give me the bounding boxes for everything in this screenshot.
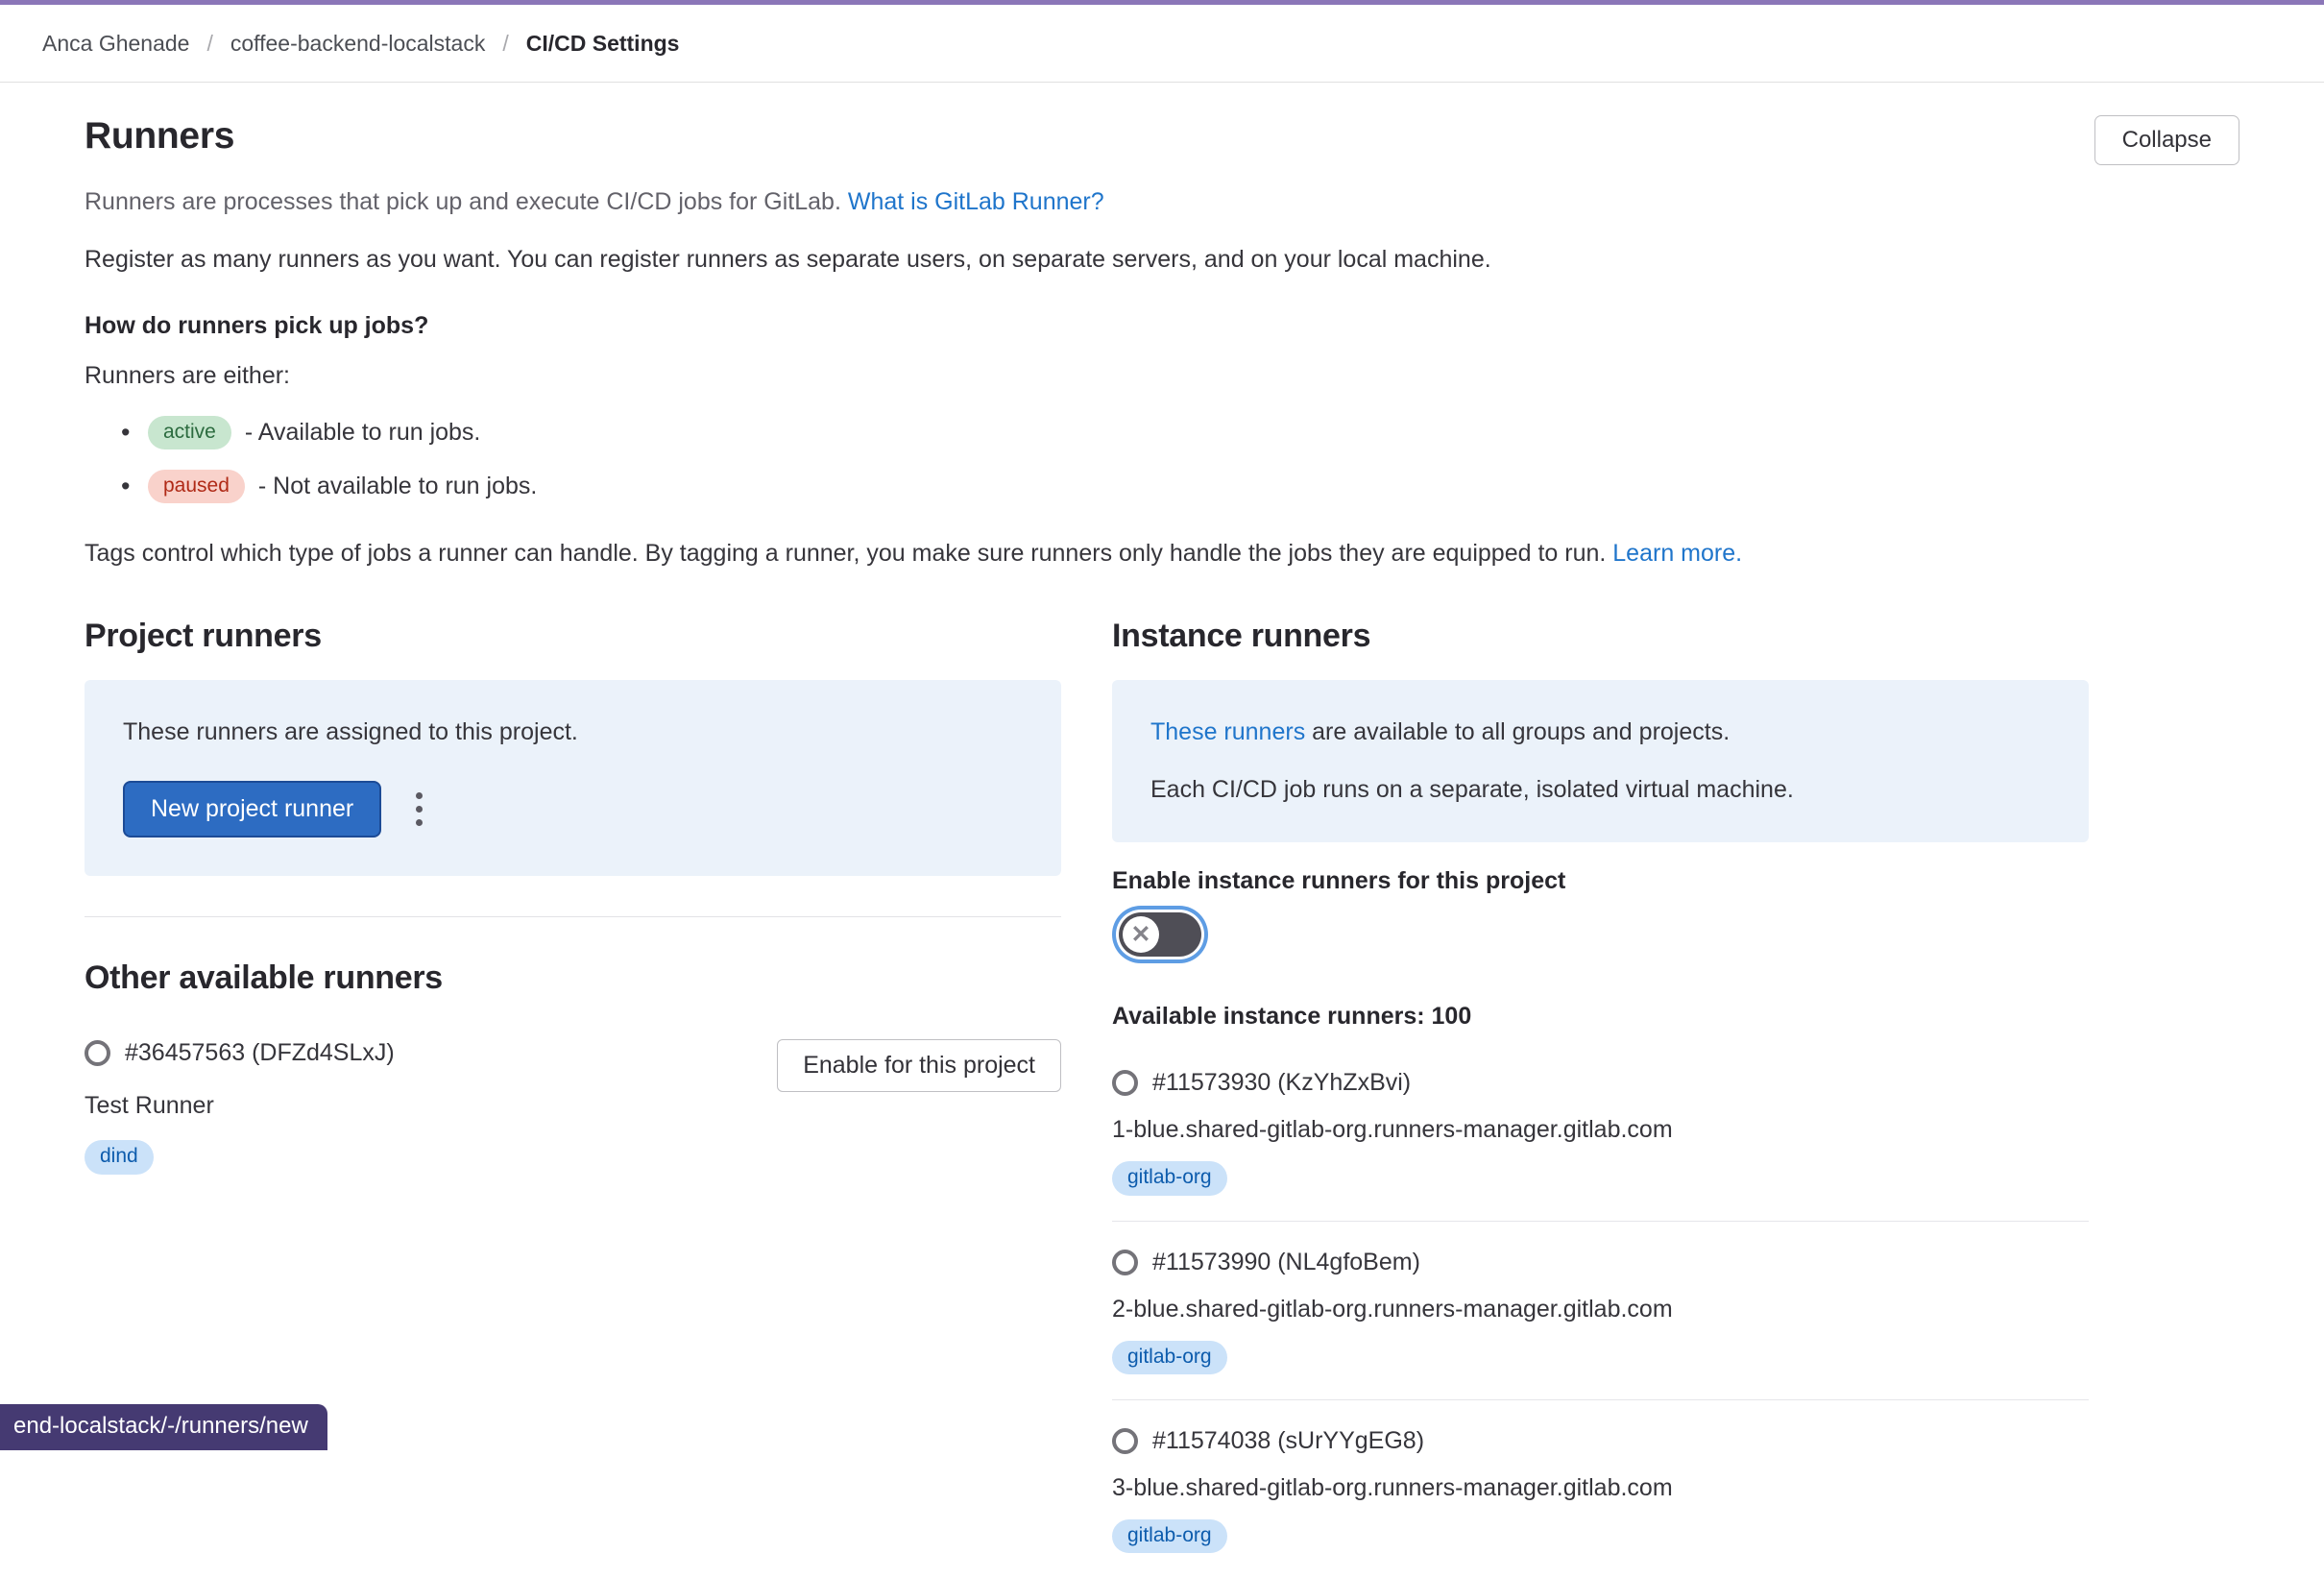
available-instance-runners-label: Available instance runners: 100 bbox=[1112, 1003, 2089, 1031]
other-runner-id-line: #36457563 (DFZd4SLxJ) bbox=[85, 1039, 395, 1067]
tags-description: Tags control which type of jobs a runner… bbox=[85, 540, 2239, 568]
register-text: Register as many runners as you want. Yo… bbox=[85, 246, 2239, 274]
runner-status-icon bbox=[85, 1040, 110, 1066]
runner-state-active-item: active - Available to run jobs. bbox=[148, 416, 2239, 449]
enable-for-project-button[interactable]: Enable for this project bbox=[777, 1039, 1061, 1092]
paused-description: - Not available to run jobs. bbox=[258, 473, 537, 500]
instance-runner-item: #11573990 (NL4gfoBem) 2-blue.shared-gitl… bbox=[1112, 1222, 2089, 1400]
runner-status-icon bbox=[1112, 1250, 1138, 1275]
new-project-runner-button[interactable]: New project runner bbox=[123, 781, 381, 838]
instance-runners-panel-line2: Each CI/CD job runs on a separate, isola… bbox=[1150, 776, 2050, 804]
paused-badge: paused bbox=[148, 470, 245, 503]
instance-runner-tags: gitlab-org bbox=[1112, 1519, 2089, 1553]
instance-runner-id-line: #11573990 (NL4gfoBem) bbox=[1112, 1249, 2089, 1276]
breadcrumb-bar: Anca Ghenade / coffee-backend-localstack… bbox=[0, 5, 2324, 83]
runners-section-header: Runners Collapse bbox=[85, 115, 2239, 165]
runner-tag-badge: gitlab-org bbox=[1112, 1519, 1227, 1553]
runners-either-text: Runners are either: bbox=[85, 362, 2239, 390]
breadcrumb: Anca Ghenade / coffee-backend-localstack… bbox=[42, 31, 679, 57]
instance-runner-host: 2-blue.shared-gitlab-org.runners-manager… bbox=[1112, 1296, 2089, 1323]
runners-columns: Project runners These runners are assign… bbox=[85, 618, 2239, 1578]
page-title: Runners bbox=[85, 115, 234, 158]
breadcrumb-item-project[interactable]: coffee-backend-localstack bbox=[230, 31, 486, 57]
instance-runner-id: #11574038 (sUrYYgEG8) bbox=[1152, 1427, 1424, 1455]
other-runner-name: Test Runner bbox=[85, 1092, 395, 1120]
tags-description-text: Tags control which type of jobs a runner… bbox=[85, 540, 1606, 567]
instance-runner-host: 3-blue.shared-gitlab-org.runners-manager… bbox=[1112, 1474, 2089, 1502]
kebab-menu-icon[interactable] bbox=[406, 783, 432, 836]
instance-runner-tags: gitlab-org bbox=[1112, 1341, 2089, 1374]
instance-runner-item: #11573930 (KzYhZxBvi) 1-blue.shared-gitl… bbox=[1112, 1042, 2089, 1221]
instance-runner-id-line: #11574038 (sUrYYgEG8) bbox=[1112, 1427, 2089, 1455]
other-runner-tags: dind bbox=[85, 1140, 395, 1174]
instance-runners-title: Instance runners bbox=[1112, 618, 2089, 655]
these-runners-link[interactable]: These runners bbox=[1150, 718, 1305, 745]
instance-runner-id: #11573990 (NL4gfoBem) bbox=[1152, 1249, 1420, 1276]
instance-runner-item: #11574038 (sUrYYgEG8) 3-blue.shared-gitl… bbox=[1112, 1400, 2089, 1578]
collapse-button[interactable]: Collapse bbox=[2094, 115, 2239, 165]
breadcrumb-item-user[interactable]: Anca Ghenade bbox=[42, 31, 189, 57]
project-runners-title: Project runners bbox=[85, 618, 1061, 655]
learn-more-link[interactable]: Learn more. bbox=[1612, 540, 1742, 567]
other-runner-row: #36457563 (DFZd4SLxJ) Test Runner dind E… bbox=[85, 1039, 1061, 1174]
other-runner-id: #36457563 (DFZd4SLxJ) bbox=[125, 1039, 395, 1067]
instance-runner-host: 1-blue.shared-gitlab-org.runners-manager… bbox=[1112, 1116, 2089, 1144]
link-url-status-tooltip: end-localstack/-/runners/new bbox=[0, 1404, 327, 1450]
instance-runners-column: Instance runners These runners are avail… bbox=[1112, 618, 2089, 1578]
project-runners-actions: New project runner bbox=[123, 781, 1023, 838]
runner-tag-badge: gitlab-org bbox=[1112, 1161, 1227, 1195]
runner-tag-badge: gitlab-org bbox=[1112, 1341, 1227, 1374]
instance-runners-toggle[interactable]: ✕ bbox=[1119, 912, 1201, 957]
active-badge: active bbox=[148, 416, 231, 449]
runners-description: Runners are processes that pick up and e… bbox=[85, 188, 2239, 216]
enable-instance-runners-label: Enable instance runners for this project bbox=[1112, 867, 2089, 895]
instance-runner-id: #11573930 (KzYhZxBvi) bbox=[1152, 1069, 1411, 1097]
instance-runners-panel-text: are available to all groups and projects… bbox=[1312, 718, 1730, 745]
runners-description-text: Runners are processes that pick up and e… bbox=[85, 188, 841, 215]
instance-runners-panel-line1: These runners are available to all group… bbox=[1150, 718, 2050, 746]
breadcrumb-separator: / bbox=[502, 31, 508, 57]
runner-tag-badge: dind bbox=[85, 1140, 154, 1174]
section-divider bbox=[85, 916, 1061, 917]
toggle-off-x-icon: ✕ bbox=[1123, 916, 1159, 953]
settings-content: Runners Collapse Runners are processes t… bbox=[0, 83, 2324, 1578]
breadcrumb-separator: / bbox=[206, 31, 212, 57]
project-runners-panel: These runners are assigned to this proje… bbox=[85, 680, 1061, 876]
runner-state-paused-item: paused - Not available to run jobs. bbox=[148, 470, 2239, 503]
instance-runner-id-line: #11573930 (KzYhZxBvi) bbox=[1112, 1069, 2089, 1097]
what-is-gitlab-runner-link[interactable]: What is GitLab Runner? bbox=[848, 188, 1104, 215]
jobs-question-heading: How do runners pick up jobs? bbox=[85, 312, 2239, 340]
breadcrumb-current-page: CI/CD Settings bbox=[526, 31, 680, 57]
runner-status-icon bbox=[1112, 1070, 1138, 1096]
other-available-runners-title: Other available runners bbox=[85, 959, 1061, 997]
runner-states-list: active - Available to run jobs. paused -… bbox=[85, 416, 2239, 503]
instance-runners-list: #11573930 (KzYhZxBvi) 1-blue.shared-gitl… bbox=[1112, 1042, 2089, 1578]
active-description: - Available to run jobs. bbox=[245, 419, 481, 447]
other-runner-info: #36457563 (DFZd4SLxJ) Test Runner dind bbox=[85, 1039, 395, 1174]
project-runners-panel-text: These runners are assigned to this proje… bbox=[123, 718, 1023, 746]
instance-runner-tags: gitlab-org bbox=[1112, 1161, 2089, 1195]
instance-runners-panel: These runners are available to all group… bbox=[1112, 680, 2089, 842]
